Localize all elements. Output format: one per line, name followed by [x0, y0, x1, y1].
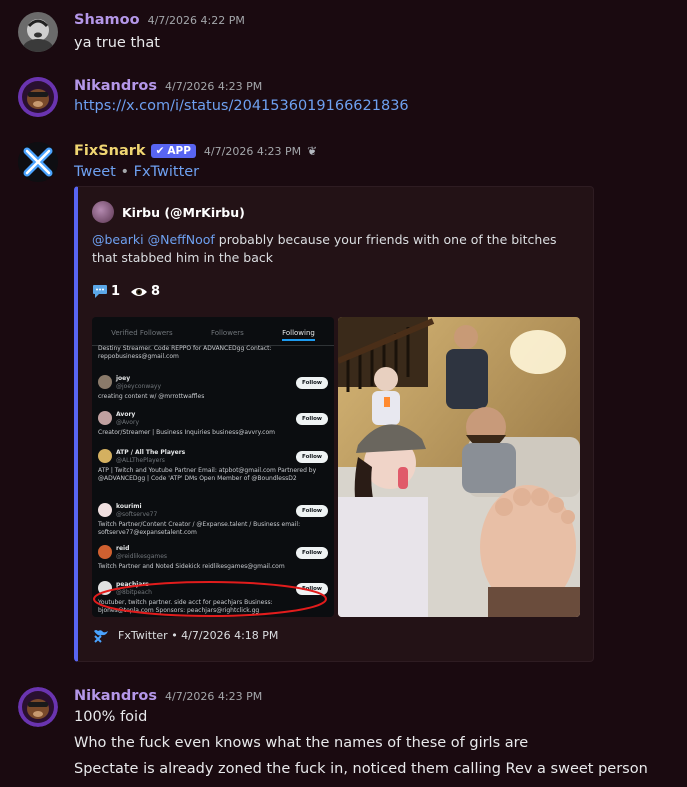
app-badge: ✔ APP [150, 144, 196, 158]
embed-footer: FxTwitter • 4/7/2026 4:18 PM [92, 627, 278, 643]
speech-bubble-icon [93, 285, 107, 298]
photo-illustration [338, 317, 580, 617]
follow-row: ATP / All The Players @ALLThePlayers Fol… [98, 449, 328, 493]
follow-button: Follow [296, 547, 328, 559]
account-bio: Twitch Partner and Noted Sidekick reidli… [98, 563, 285, 570]
account-bio: creating content w/ @mrrottwaffles [98, 393, 205, 400]
follow-button: Follow [296, 377, 328, 389]
username[interactable]: Nikandros [74, 688, 157, 704]
tab-verified-followers: Verified Followers [111, 329, 173, 337]
avatar[interactable] [18, 12, 58, 52]
avatar[interactable] [18, 77, 58, 117]
verified-check-icon: ✔ [155, 145, 165, 157]
message-text: Spectate is already zoned the fuck in, n… [74, 761, 648, 777]
embed-footer-text: FxTwitter • 4/7/2026 4:18 PM [118, 628, 279, 642]
account-handle: @reidlikesgames [116, 553, 168, 560]
account-name: Avory [116, 411, 136, 418]
app-badge-label: APP [167, 145, 191, 157]
link-row: Tweet • FxTwitter [74, 164, 199, 180]
follow-button: Follow [296, 451, 328, 463]
account-bio: Twitch Partner/Content Creator / @Expans… [98, 521, 301, 536]
follow-row: kourimi @softserve77 Follow Twitch Partn… [98, 503, 328, 539]
avatar[interactable] [18, 687, 58, 727]
username[interactable]: Nikandros [74, 78, 157, 94]
account-handle: @joeyconwayy [116, 383, 162, 390]
account-handle: @softserve77 [116, 511, 158, 518]
account-bio: Youtuber, twitch partner. side acct for … [98, 599, 273, 614]
follow-button: Follow [296, 413, 328, 425]
tab-following: Following [282, 329, 315, 341]
replies-count: 1 [111, 284, 121, 299]
message-text: Who the fuck even knows what the names o… [74, 735, 529, 751]
avatar [98, 375, 112, 389]
embed-author-name[interactable]: Kirbu (@MrKirbu) [122, 205, 245, 220]
avatar [98, 449, 112, 463]
leaf-icon: ❦ [307, 144, 318, 158]
tweet-link[interactable]: https://x.com/i/status/20415360191666218… [74, 98, 409, 114]
embed-stats: 1 8 [92, 284, 160, 299]
account-bio: ATP | Twitch and Youtube Partner Email: … [98, 467, 317, 482]
embed-description: @bearki @NeffNoof probably because your … [92, 231, 572, 267]
embed-image-photo[interactable] [338, 317, 580, 617]
timestamp: 4/7/2026 4:23 PM [203, 145, 302, 158]
tab-followers: Followers [210, 329, 244, 337]
avatar-image [18, 77, 58, 117]
avatar [98, 411, 112, 425]
fixsnark-logo-icon [18, 142, 58, 182]
username[interactable]: Shamoo [74, 12, 140, 28]
embed-author[interactable]: Kirbu (@MrKirbu) [92, 201, 245, 223]
top-bio-text: Destiny Streamer. Code REPPO for ADVANCE… [98, 345, 272, 360]
tweet-embed: Kirbu (@MrKirbu) @bearki @NeffNoof proba… [74, 186, 594, 662]
account-name: reid [116, 545, 130, 552]
account-handle: @ALLThePlayers [116, 457, 165, 464]
mention-neffnoof[interactable]: @NeffNoof [148, 232, 215, 247]
replies-stat: 1 [92, 284, 120, 299]
avatar [98, 545, 112, 559]
separator: • [120, 164, 130, 180]
account-handle: @8bitpeach [116, 589, 152, 596]
username[interactable]: FixSnark [74, 143, 146, 159]
embed-image-follow-list[interactable]: Verified Followers Followers Following D… [92, 317, 334, 617]
account-name: joey [116, 375, 131, 382]
views-stat: 8 [130, 284, 160, 299]
follow-row: reid @reidlikesgames Follow Twitch Partn… [98, 545, 328, 575]
follow-tabs: Verified Followers Followers Following [92, 317, 334, 346]
timestamp: 4/7/2026 4:23 PM [164, 80, 263, 93]
account-handle: @Avory [116, 419, 139, 426]
account-name: ATP / All The Players [116, 449, 186, 456]
timestamp: 4/7/2026 4:23 PM [164, 690, 263, 703]
follow-row: Avory @Avory Follow Creator/Streamer | B… [98, 411, 328, 441]
embed-author-avatar [92, 201, 114, 223]
mention-bearki[interactable]: @bearki [92, 232, 144, 247]
timestamp: 4/7/2026 4:22 PM [147, 14, 245, 27]
avatar [98, 581, 112, 595]
account-bio: Creator/Streamer | Business Inquiries bu… [98, 429, 275, 436]
avatar-image [18, 687, 58, 727]
eye-icon [131, 287, 148, 296]
message-text: 100% foid [74, 709, 148, 725]
avatar[interactable] [18, 142, 58, 182]
avatar [98, 503, 112, 517]
follow-button: Follow [296, 505, 328, 517]
follow-row: joey @joeyconwayy Follow creating conten… [98, 375, 328, 405]
fxtwitter-bird-icon [94, 630, 108, 643]
follow-button: Follow [296, 583, 328, 595]
follow-row-highlighted: peachjars @8bitpeach Follow Youtuber, tw… [98, 581, 328, 614]
account-name: kourimi [116, 503, 142, 510]
message-text: ya true that [74, 35, 160, 51]
account-name: peachjars [116, 581, 149, 588]
avatar-image [18, 12, 58, 52]
views-count: 8 [151, 284, 161, 299]
tweet-link[interactable]: Tweet [74, 164, 116, 180]
fxtwitter-link[interactable]: FxTwitter [134, 164, 200, 180]
